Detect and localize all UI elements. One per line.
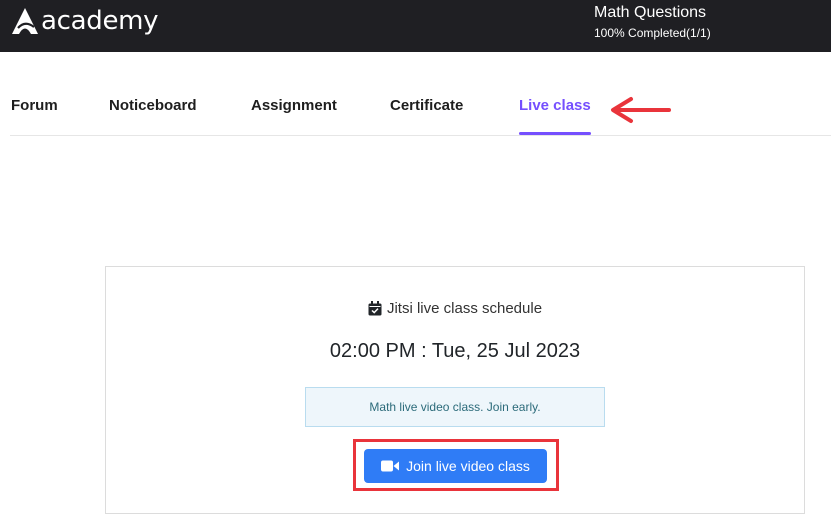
course-tabs: Forum Noticeboard Assignment Certificate…: [10, 87, 831, 136]
course-title: Math Questions: [594, 4, 707, 21]
course-info: Math Questions 100% Completed(1/1): [594, 3, 711, 41]
live-class-card: Jitsi live class schedule 02:00 PM : Tue…: [105, 266, 805, 514]
top-header: academy Math Questions 100% Completed(1/…: [0, 0, 831, 52]
tab-certificate[interactable]: Certificate: [390, 97, 463, 114]
calendar-icon: [368, 301, 382, 316]
course-progress: 100% Completed(1/1): [594, 26, 711, 40]
video-icon: [381, 460, 400, 472]
tab-forum[interactable]: Forum: [11, 97, 58, 114]
join-button-label: Join live video class: [406, 458, 530, 474]
logo[interactable]: academy: [10, 6, 159, 36]
tab-noticeboard[interactable]: Noticeboard: [109, 97, 197, 114]
tab-assignment[interactable]: Assignment: [251, 97, 337, 114]
join-live-class-button[interactable]: Join live video class: [364, 449, 547, 483]
tab-live-class[interactable]: Live class: [519, 97, 591, 114]
schedule-time: 02:00 PM : Tue, 25 Jul 2023: [329, 340, 581, 362]
schedule-label: Jitsi live class schedule: [386, 300, 543, 317]
class-notice: Math live video class. Join early.: [305, 387, 605, 427]
logo-icon: [12, 8, 38, 34]
active-tab-indicator: [519, 132, 591, 135]
schedule-heading: Jitsi live class schedule: [106, 300, 804, 317]
arrow-left-icon: [611, 97, 671, 123]
logo-text: academy: [41, 6, 159, 36]
